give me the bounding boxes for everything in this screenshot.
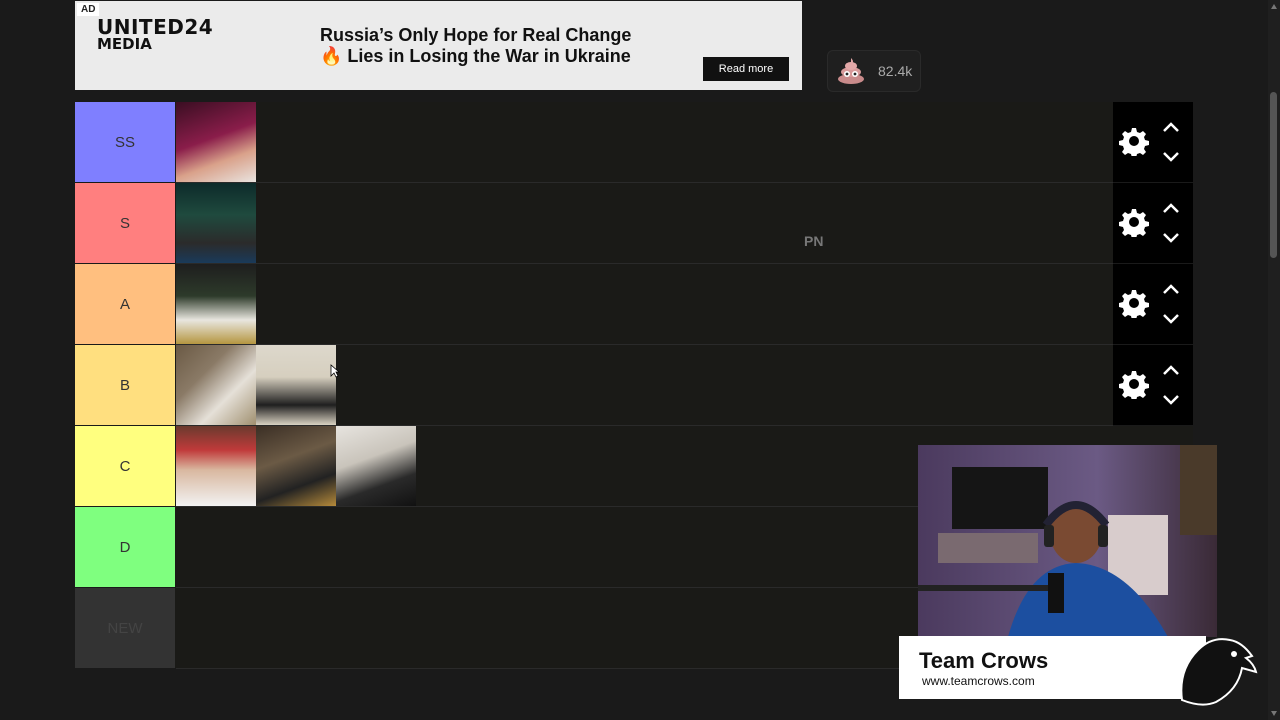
move-up-icon[interactable] [1161, 120, 1181, 134]
move-up-icon[interactable] [1161, 363, 1181, 377]
move-down-icon[interactable] [1161, 312, 1181, 326]
reaction-button[interactable]: 82.4k [827, 50, 921, 92]
scroll-up-icon[interactable] [1271, 4, 1277, 9]
tier-drop-zone[interactable] [176, 345, 1113, 426]
tier-item-image[interactable] [176, 264, 256, 344]
tier-row-s: S [75, 183, 1193, 264]
crow-logo-icon [1180, 638, 1258, 706]
gear-icon[interactable] [1119, 207, 1149, 237]
webcam-overlay [918, 445, 1217, 637]
ad-banner[interactable]: AD UNITED24 MEDIA Russia’s Only Hope for… [75, 1, 802, 90]
move-down-icon[interactable] [1161, 231, 1181, 245]
scrollbar-thumb[interactable] [1270, 92, 1277, 258]
tier-controls [1113, 264, 1193, 344]
poop-emoji-icon [838, 58, 864, 84]
move-down-icon[interactable] [1161, 393, 1181, 407]
tier-item-image[interactable] [176, 345, 256, 425]
tier-controls [1113, 102, 1193, 182]
brand-url: www.teamcrows.com [922, 674, 1035, 688]
ad-headline[interactable]: Russia’s Only Hope for Real Change 🔥 Lie… [320, 25, 650, 67]
tier-drop-zone[interactable] [176, 264, 1113, 345]
page-scrollbar[interactable] [1268, 0, 1280, 720]
tier-label-s[interactable]: S [75, 183, 175, 263]
tier-controls [1113, 183, 1193, 263]
reaction-count: 82.4k [878, 63, 913, 79]
move-up-icon[interactable] [1161, 201, 1181, 215]
ad-headline-line1: Russia’s Only Hope for Real Change [320, 25, 632, 45]
watermark-text: PN [804, 233, 824, 249]
tier-label-c[interactable]: C [75, 426, 175, 506]
tier-drop-zone[interactable] [176, 102, 1113, 183]
tier-item-image[interactable] [256, 426, 336, 506]
tier-label-a[interactable]: A [75, 264, 175, 344]
tier-row-a: A [75, 264, 1193, 345]
tier-item-image[interactable] [176, 102, 256, 182]
ad-headline-line2: 🔥 Lies in Losing the War in Ukraine [320, 46, 631, 66]
tier-controls [1113, 345, 1193, 425]
tier-item-image[interactable] [176, 183, 256, 263]
gear-icon[interactable] [1119, 369, 1149, 399]
gear-icon[interactable] [1119, 288, 1149, 318]
ad-logo-line2: MEDIA [97, 35, 152, 53]
gear-icon[interactable] [1119, 126, 1149, 156]
tier-row-b: B [75, 345, 1193, 426]
scroll-down-icon[interactable] [1271, 711, 1277, 716]
read-more-button[interactable]: Read more [703, 57, 789, 81]
tier-label-b[interactable]: B [75, 345, 175, 425]
tier-drop-zone[interactable] [176, 183, 1113, 264]
mouse-cursor-icon [330, 364, 340, 378]
tier-item-image[interactable] [176, 426, 256, 506]
brand-overlay: Team Crows www.teamcrows.com [899, 636, 1206, 699]
tier-label-ss[interactable]: SS [75, 102, 175, 182]
webcam-feed-image [918, 445, 1217, 637]
move-up-icon[interactable] [1161, 282, 1181, 296]
tier-item-image[interactable] [256, 345, 336, 425]
ad-logo-line1: UNITED24 [97, 15, 214, 39]
tier-label-d[interactable]: D [75, 507, 175, 587]
tier-item-image[interactable] [336, 426, 416, 506]
move-down-icon[interactable] [1161, 150, 1181, 164]
tier-label-new[interactable]: NEW [75, 588, 175, 668]
brand-name: Team Crows [919, 648, 1049, 673]
ad-logo: UNITED24 MEDIA [97, 17, 213, 52]
tier-row-ss: SS [75, 102, 1193, 183]
